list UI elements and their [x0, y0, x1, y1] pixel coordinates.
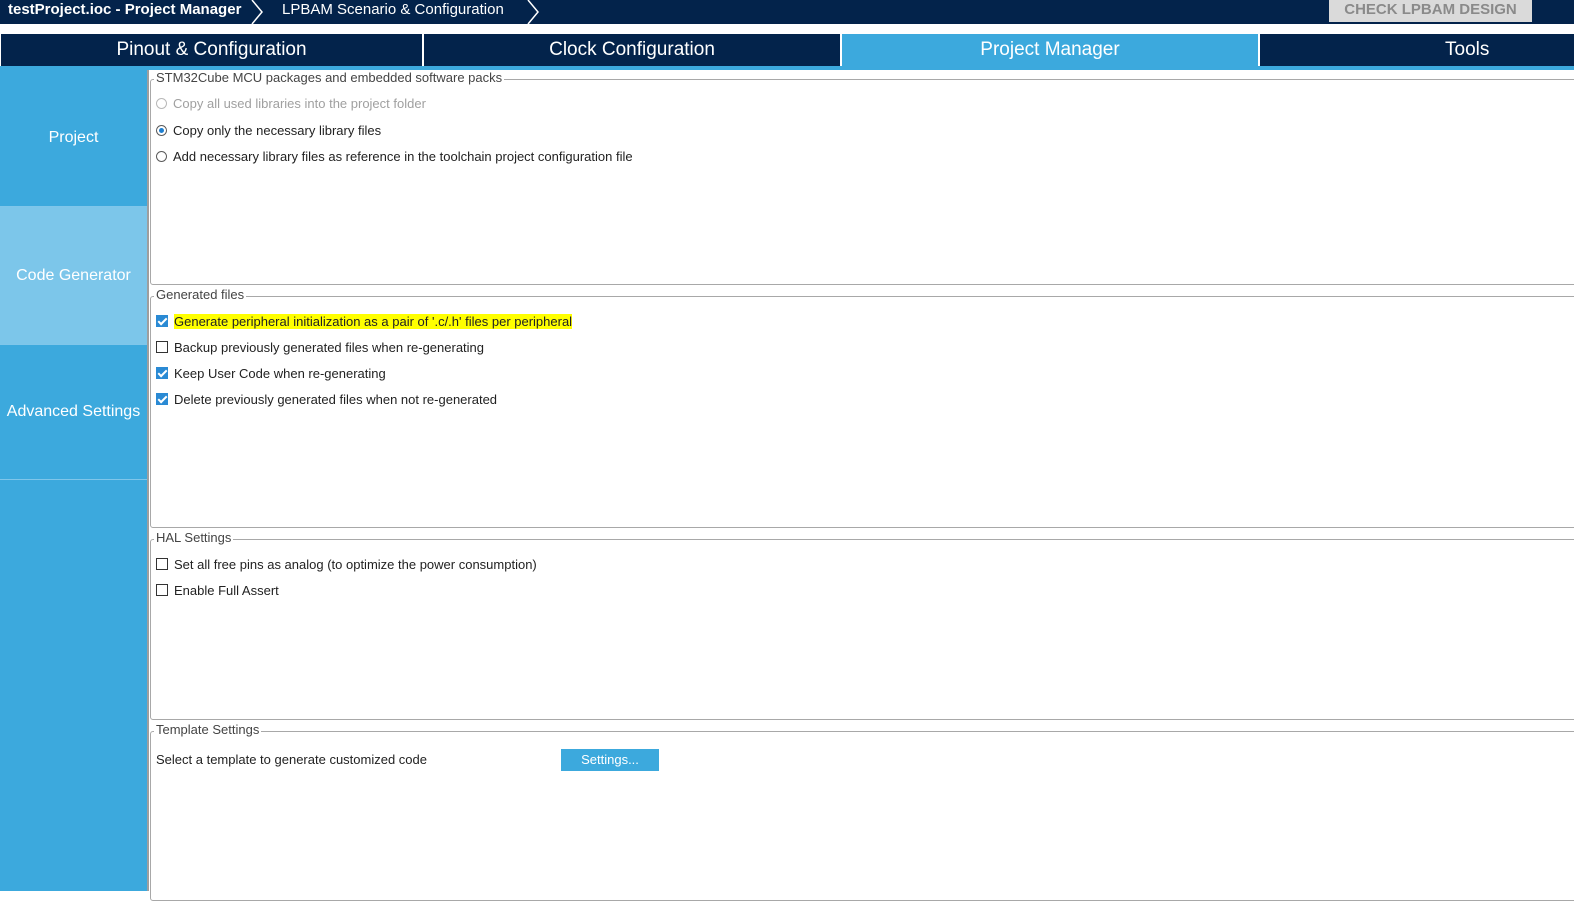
breadcrumb-project[interactable]: testProject.ioc - Project Manager [8, 0, 241, 24]
content-divider [147, 70, 149, 891]
radio-indicator[interactable] [156, 97, 167, 109]
radio-add-as-reference[interactable]: Add necessary library files as reference… [156, 147, 633, 165]
template-settings-group: Template Settings Select a template to g… [150, 722, 1574, 901]
checkbox-label: Set all free pins as analog (to optimize… [174, 556, 537, 572]
checkbox-label: Keep User Code when re-generating [174, 365, 386, 381]
breadcrumb: testProject.ioc - Project Manager LPBAM … [0, 0, 1574, 24]
checkbox-indicator[interactable] [156, 584, 168, 596]
checkbox-label: Backup previously generated files when r… [174, 339, 485, 355]
checkbox-delete-previous-files[interactable]: Delete previously generated files when n… [156, 390, 497, 408]
radio-copy-necessary-files[interactable]: Copy only the necessary library files [156, 121, 381, 139]
checkbox-backup-generated-files[interactable]: Backup previously generated files when r… [156, 338, 484, 356]
chevron-right-icon [527, 0, 539, 24]
sidebar-item-code-generator[interactable]: Code Generator [0, 207, 147, 345]
checkbox-enable-full-assert[interactable]: Enable Full Assert [156, 581, 279, 599]
checkbox-indicator[interactable] [156, 315, 168, 327]
sidebar: Project Code Generator Advanced Settings [0, 70, 147, 891]
template-settings-group-title: Template Settings [154, 722, 262, 738]
sidebar-item-project[interactable]: Project [0, 70, 147, 207]
hal-settings-group: HAL Settings Set all free pins as analog… [150, 530, 1574, 720]
packs-group: STM32Cube MCU packages and embedded soft… [150, 70, 1574, 285]
radio-indicator[interactable] [156, 150, 167, 162]
checkbox-generate-peripheral-pairs[interactable]: Generate peripheral initialization as a … [156, 312, 573, 330]
breadcrumb-lpbam[interactable]: LPBAM Scenario & Configuration [282, 0, 504, 24]
tab-pinout-configuration[interactable]: Pinout & Configuration [1, 34, 422, 66]
radio-copy-all-libraries[interactable]: Copy all used libraries into the project… [156, 94, 426, 112]
radio-label: Add necessary library files as reference… [173, 148, 633, 164]
checkbox-indicator[interactable] [156, 558, 168, 570]
checkbox-label: Delete previously generated files when n… [174, 391, 498, 407]
tab-clock-configuration[interactable]: Clock Configuration [424, 34, 840, 66]
radio-label: Copy only the necessary library files [173, 122, 382, 138]
hal-settings-group-title: HAL Settings [154, 530, 234, 546]
sidebar-item-advanced-settings[interactable]: Advanced Settings [0, 345, 147, 480]
generated-files-group-title: Generated files [154, 287, 247, 303]
checkbox-free-pins-analog[interactable]: Set all free pins as analog (to optimize… [156, 555, 537, 573]
check-lpbam-design-button[interactable]: CHECK LPBAM DESIGN [1329, 0, 1532, 22]
top-spacer [0, 24, 1574, 34]
checkbox-label: Enable Full Assert [174, 582, 279, 598]
radio-label: Copy all used libraries into the project… [173, 95, 426, 111]
checkbox-keep-user-code[interactable]: Keep User Code when re-generating [156, 364, 386, 382]
template-settings-button[interactable]: Settings... [561, 749, 659, 771]
radio-indicator[interactable] [156, 124, 167, 136]
checkbox-indicator[interactable] [156, 367, 168, 379]
chevron-right-icon [251, 0, 263, 24]
checkbox-label: Generate peripheral initialization as a … [174, 313, 573, 329]
main-tabs: Pinout & Configuration Clock Configurati… [0, 34, 1574, 66]
template-label: Select a template to generate customized… [156, 752, 427, 767]
tab-tools[interactable]: Tools [1260, 34, 1574, 66]
tab-project-manager[interactable]: Project Manager [842, 34, 1258, 66]
checkbox-indicator[interactable] [156, 393, 168, 405]
generated-files-group: Generated files Generate peripheral init… [150, 287, 1574, 528]
packs-group-title: STM32Cube MCU packages and embedded soft… [154, 70, 505, 86]
checkbox-indicator[interactable] [156, 341, 168, 353]
